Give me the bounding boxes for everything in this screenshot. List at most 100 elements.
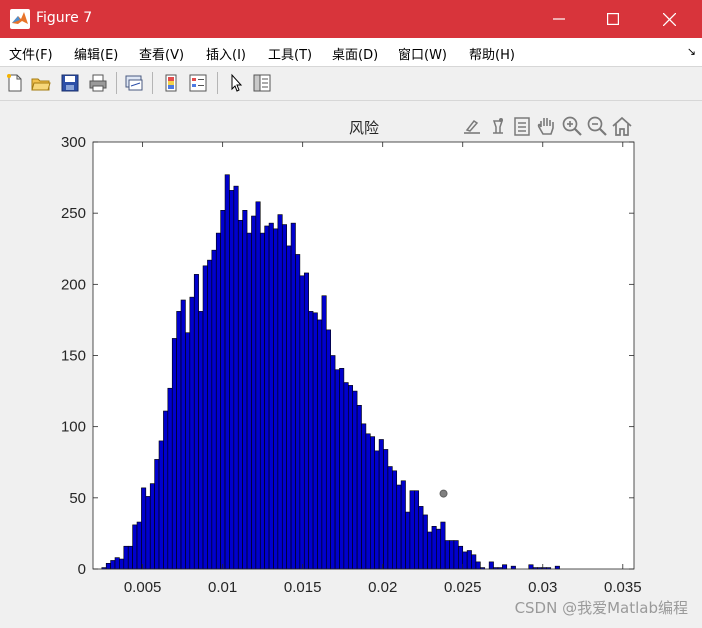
histogram-bar: [136, 521, 142, 570]
histogram-bar: [422, 514, 428, 570]
histogram-bar: [453, 540, 459, 570]
minimize-button[interactable]: [532, 0, 586, 38]
histogram-bar: [339, 368, 345, 570]
histogram-bar: [141, 487, 147, 570]
histogram-bar: [215, 232, 221, 570]
histogram-bar: [290, 222, 296, 570]
menu-insert[interactable]: 插入(I): [206, 44, 246, 63]
histogram-bar: [475, 561, 481, 570]
zoom-out-icon[interactable]: [587, 116, 607, 136]
link-plot-icon[interactable]: [124, 73, 144, 93]
insert-legend-icon[interactable]: [188, 73, 208, 93]
y-tick-label: 100: [61, 419, 86, 436]
histogram-bar: [105, 563, 111, 570]
x-tick-label: 0.03: [528, 579, 557, 596]
histogram-bar: [343, 382, 349, 570]
histogram-bar: [554, 565, 560, 570]
histogram-bar: [167, 387, 173, 570]
y-tick-label: 0: [78, 561, 86, 578]
dock-arrow-icon[interactable]: ↘: [687, 45, 696, 58]
histogram-bar: [246, 232, 252, 570]
menu-file[interactable]: 文件(F): [9, 44, 53, 63]
menu-window[interactable]: 窗口(W): [398, 44, 447, 63]
histogram-bar: [149, 483, 155, 570]
maximize-button[interactable]: [586, 0, 640, 38]
print-icon[interactable]: [88, 73, 108, 93]
close-icon: [662, 12, 676, 26]
pan-icon[interactable]: [537, 118, 554, 135]
histogram-bar: [392, 470, 398, 570]
open-file-icon[interactable]: [31, 73, 51, 93]
histogram-bar: [176, 311, 182, 570]
histogram-bar: [365, 433, 371, 570]
property-inspector-icon[interactable]: [252, 73, 272, 93]
histogram-bar: [528, 564, 534, 570]
menu-edit[interactable]: 编辑(E): [74, 44, 118, 63]
histogram-bar: [383, 449, 389, 570]
histogram-bar: [312, 312, 318, 570]
histogram-bar: [502, 564, 508, 570]
histogram-bar: [145, 496, 151, 570]
histogram-bar: [370, 436, 376, 570]
histogram-bar: [405, 511, 411, 570]
menu-view[interactable]: 查看(V): [139, 44, 184, 63]
histogram-bar: [242, 210, 248, 570]
histogram-bar: [286, 245, 292, 570]
histogram-bar: [202, 265, 208, 570]
histogram-bar: [264, 225, 270, 570]
x-tick-label: 0.025: [444, 579, 482, 596]
histogram-bar: [303, 272, 309, 570]
minimize-icon: [553, 18, 565, 20]
histogram-bar: [110, 560, 116, 570]
histogram-bar: [233, 185, 239, 570]
data-tip-marker[interactable]: [439, 489, 448, 498]
histogram-bar: [466, 550, 472, 570]
histogram-bar: [361, 423, 367, 570]
menu-help[interactable]: 帮助(H): [469, 44, 515, 63]
histogram-bar: [356, 405, 362, 570]
x-tick-label: 0.02: [368, 579, 397, 596]
histogram-bar: [347, 385, 353, 570]
histogram-bar: [193, 274, 199, 570]
menu-desktop[interactable]: 桌面(D): [332, 44, 378, 63]
save-icon[interactable]: [60, 73, 80, 93]
histogram-bar: [119, 558, 125, 570]
brush-icon[interactable]: [464, 119, 480, 134]
histogram-bar: [180, 299, 186, 570]
menu-tools[interactable]: 工具(T): [268, 44, 312, 63]
histogram-bar: [299, 275, 305, 570]
histogram-bar: [431, 525, 437, 570]
new-figure-icon[interactable]: [5, 73, 25, 93]
histogram-bar: [427, 531, 433, 570]
y-tick-label: 50: [69, 490, 86, 507]
home-icon[interactable]: [612, 116, 632, 136]
chart-title: 风险: [349, 119, 379, 137]
histogram-bar: [458, 545, 464, 570]
y-tick-label: 200: [61, 276, 86, 293]
data-cursor-icon[interactable]: [492, 118, 504, 134]
histogram-bar: [414, 490, 420, 570]
menu-bar: 文件(F) 编辑(E) 查看(V) 插入(I) 工具(T) 桌面(D) 窗口(W…: [0, 38, 702, 67]
histogram-bar: [471, 554, 477, 570]
histogram-bar: [281, 224, 287, 570]
histogram-bar: [510, 565, 516, 570]
histogram-bar: [268, 222, 274, 570]
figure-toolbar: [0, 67, 702, 101]
histogram-bar: [374, 450, 380, 570]
edit-plot-icon[interactable]: [226, 73, 246, 93]
close-button[interactable]: [642, 0, 696, 38]
histogram-bar: [387, 466, 393, 570]
histogram-chart: 风险 050100150200250300 0.005 0.01 0.015 0…: [61, 116, 642, 596]
pan-save-icon[interactable]: [514, 117, 530, 136]
histogram-bar: [334, 369, 340, 570]
y-tick-label: 300: [61, 134, 86, 151]
zoom-in-icon[interactable]: [562, 116, 582, 136]
x-tick-label: 0.005: [124, 579, 162, 596]
insert-colorbar-icon[interactable]: [161, 73, 181, 93]
histogram-bar: [325, 329, 331, 570]
histogram-bar: [207, 259, 213, 570]
toolbar-separator: [116, 72, 117, 94]
histogram-bar: [189, 296, 195, 570]
title-bar: Figure 7: [0, 0, 702, 38]
watermark: CSDN @我爱Matlab编程: [514, 599, 688, 617]
